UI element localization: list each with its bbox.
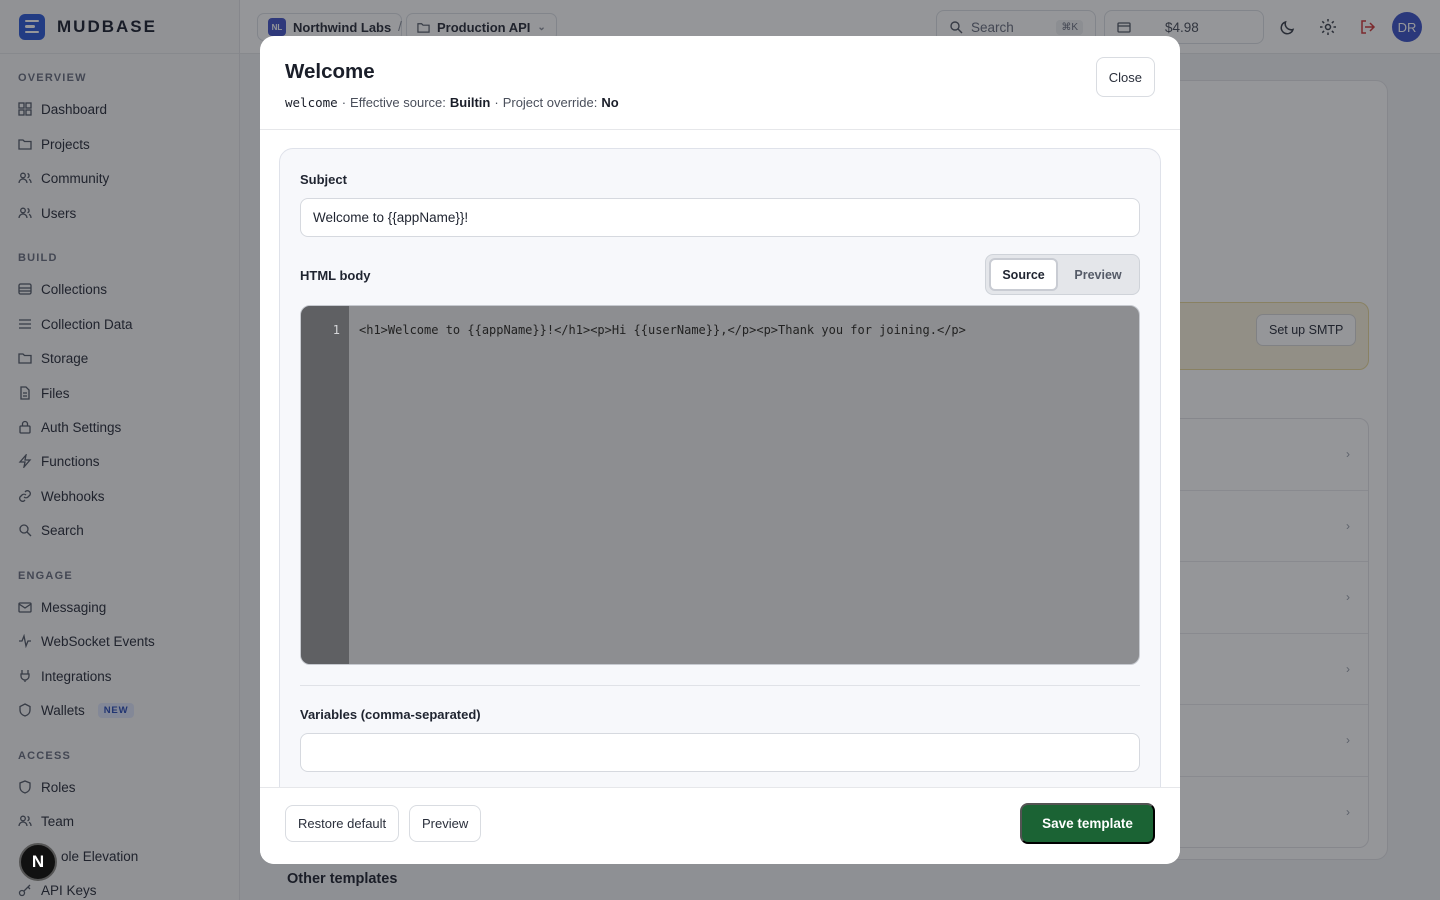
edit-template-modal: Welcome welcome · Effective source: Buil… bbox=[260, 36, 1180, 864]
template-key: welcome bbox=[285, 95, 338, 110]
modal-title: Welcome bbox=[285, 60, 375, 83]
override-label: Project override: bbox=[502, 95, 598, 110]
body-view-toggle: Source Preview bbox=[985, 254, 1140, 295]
save-template-button[interactable]: Save template bbox=[1020, 803, 1155, 844]
tab-source[interactable]: Source bbox=[989, 258, 1059, 291]
modal-footer: Restore default Preview Save template bbox=[260, 787, 1180, 864]
restore-default-button[interactable]: Restore default bbox=[285, 805, 400, 842]
preview-button[interactable]: Preview bbox=[409, 805, 482, 842]
close-button[interactable]: Close bbox=[1095, 57, 1155, 97]
template-meta: welcome · Effective source: Builtin · Pr… bbox=[285, 95, 619, 110]
modal-header: Welcome welcome · Effective source: Buil… bbox=[260, 36, 1180, 130]
dev-toast-button[interactable]: N bbox=[19, 843, 57, 881]
code-line[interactable]: <h1>Welcome to {{appName}}!</h1><p>Hi {{… bbox=[359, 323, 966, 337]
html-body-label: HTML body bbox=[300, 268, 371, 283]
source-value: Builtin bbox=[449, 95, 491, 110]
html-code-editor[interactable]: 1 <h1>Welcome to {{appName}}!</h1><p>Hi … bbox=[300, 305, 1140, 665]
template-form: Subject HTML body Source Preview 1 <h1>W… bbox=[279, 148, 1161, 828]
variables-label: Variables (comma-separated) bbox=[300, 707, 481, 722]
source-label: Effective source: bbox=[350, 95, 446, 110]
line-number: 1 bbox=[332, 323, 340, 337]
subject-input[interactable] bbox=[300, 198, 1140, 237]
variables-input[interactable] bbox=[300, 733, 1140, 772]
meta-separator: · bbox=[341, 95, 347, 110]
override-value: No bbox=[601, 95, 619, 110]
line-gutter: 1 bbox=[301, 306, 349, 664]
meta-separator: · bbox=[494, 95, 499, 110]
tab-preview[interactable]: Preview bbox=[1060, 258, 1136, 291]
subject-label: Subject bbox=[300, 172, 347, 187]
divider bbox=[300, 685, 1140, 686]
